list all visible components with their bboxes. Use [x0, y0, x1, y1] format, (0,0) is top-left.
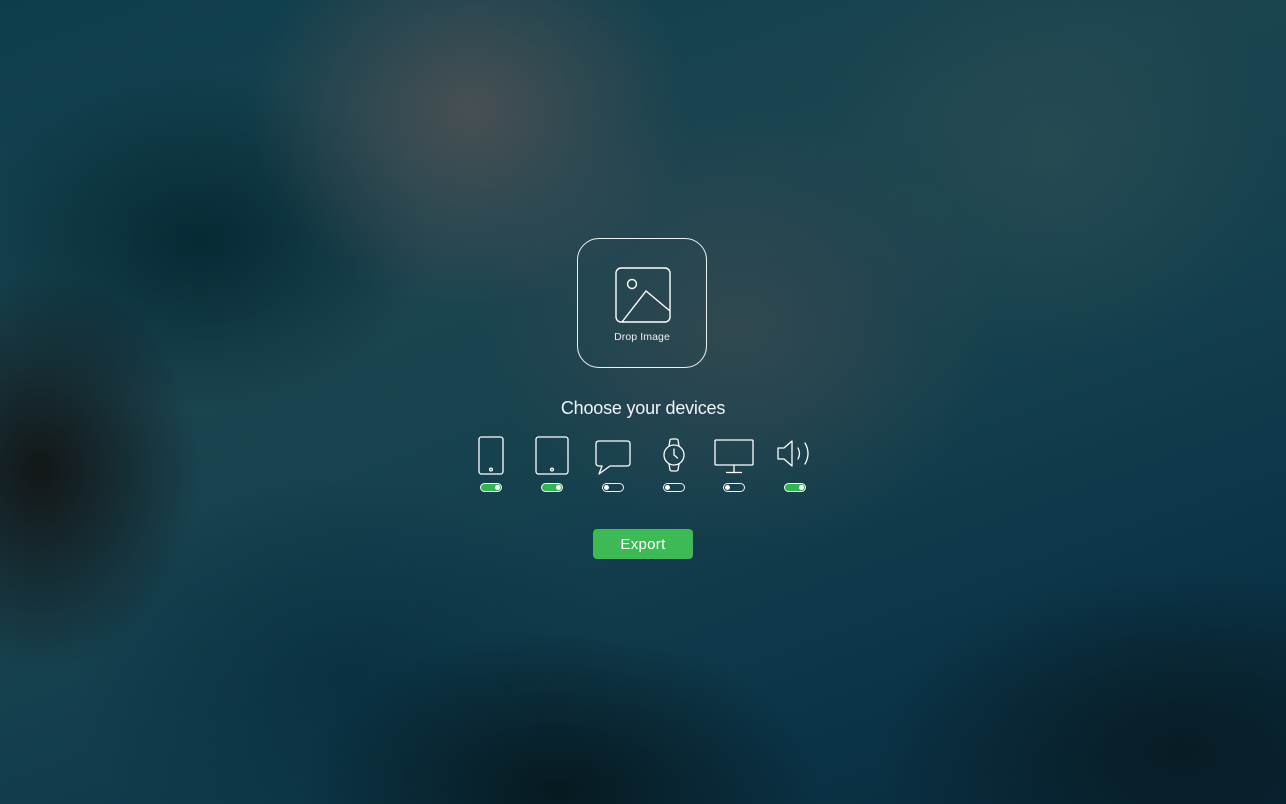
toggle-knob — [725, 485, 730, 490]
toggle-knob — [799, 485, 804, 490]
page-heading: Choose your devices — [560, 398, 726, 418]
toggle-knob — [665, 485, 670, 490]
toggle-desktop[interactable] — [723, 483, 745, 492]
toggle-watch[interactable] — [663, 483, 685, 492]
device-desktop — [704, 434, 764, 496]
toggle-knob — [495, 485, 500, 490]
watch-icon — [663, 438, 685, 472]
device-watch — [644, 434, 704, 496]
monitor-icon — [714, 439, 754, 474]
device-selector — [461, 434, 825, 498]
phone-icon — [478, 436, 504, 475]
device-tablet — [522, 434, 582, 496]
device-audio — [765, 434, 825, 496]
toggle-knob — [556, 485, 561, 490]
toggle-messages[interactable] — [602, 483, 624, 492]
toggle-audio[interactable] — [784, 483, 806, 492]
speaker-icon — [777, 440, 809, 467]
device-phone — [461, 434, 521, 496]
chat-bubble-icon — [595, 440, 631, 475]
image-icon — [615, 267, 671, 323]
drop-image-label: Drop Image — [614, 331, 670, 343]
export-button[interactable]: Export — [593, 529, 693, 559]
toggle-knob — [604, 485, 609, 490]
device-messages — [583, 434, 643, 496]
toggle-tablet[interactable] — [541, 483, 563, 492]
toggle-phone[interactable] — [480, 483, 502, 492]
drop-image-zone[interactable]: Drop Image — [577, 238, 707, 368]
tablet-icon — [535, 436, 569, 475]
